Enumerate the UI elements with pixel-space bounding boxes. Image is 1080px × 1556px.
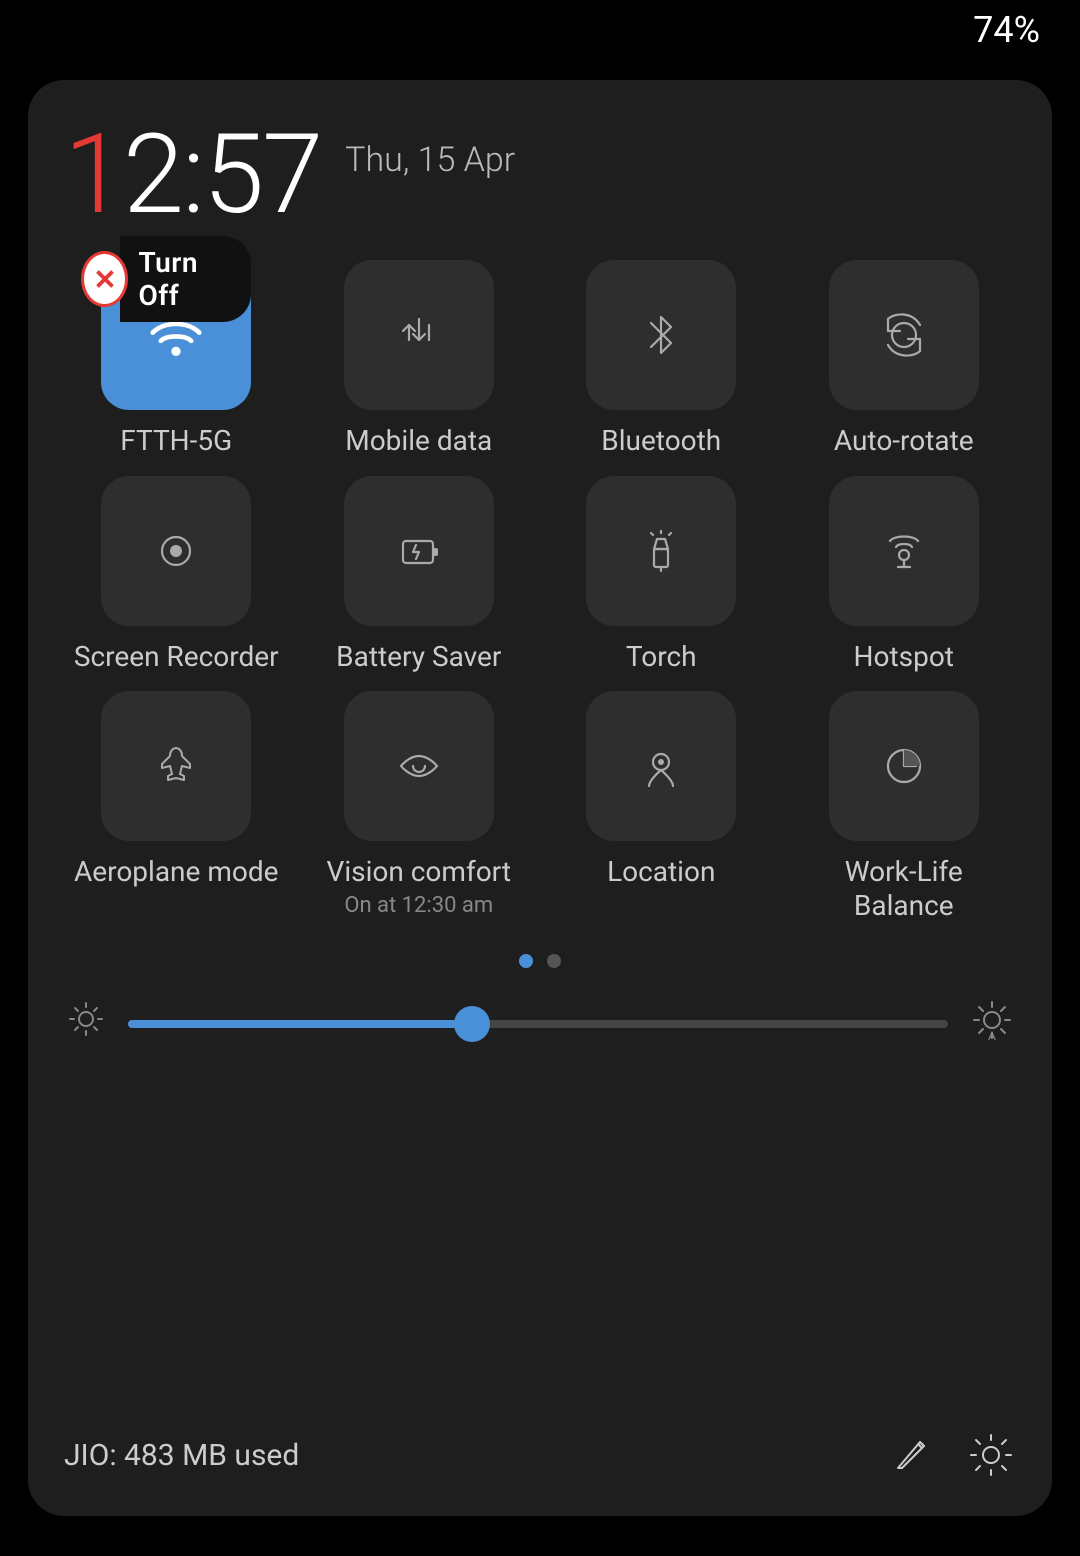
edit-button[interactable] — [888, 1430, 938, 1480]
tile-aeroplane-mode[interactable]: Aeroplane mode — [64, 691, 289, 922]
tile-screen-recorder[interactable]: Screen Recorder — [64, 476, 289, 674]
clock-date: Thu, 15 Apr — [345, 140, 515, 180]
brightness-thumb[interactable] — [454, 1006, 490, 1042]
clock-hour-rest: 2:57 — [123, 110, 321, 239]
turn-off-label: Turn Off — [120, 236, 251, 322]
location-label: Location — [607, 855, 715, 889]
bottom-row: JIO: 483 MB used — [64, 1422, 1016, 1480]
quick-settings-panel: 12:57 Thu, 15 Apr Turn Off — [28, 80, 1052, 1516]
work-life-balance-icon-wrap — [829, 691, 979, 841]
clock-hour-first-digit: 1 — [64, 110, 123, 239]
vision-comfort-sublabel: On at 12:30 am — [344, 893, 493, 918]
settings-button[interactable] — [966, 1430, 1016, 1480]
bottom-actions — [888, 1430, 1016, 1480]
torch-label: Torch — [626, 640, 697, 674]
mobile-data-icon-wrap — [344, 260, 494, 410]
screen-recorder-icon-wrap — [101, 476, 251, 626]
brightness-min-icon — [64, 997, 108, 1050]
brightness-slider-track[interactable] — [128, 1020, 948, 1028]
auto-rotate-icon-wrap — [829, 260, 979, 410]
tile-hotspot[interactable]: Hotspot — [792, 476, 1017, 674]
vision-comfort-label: Vision comfort — [327, 855, 512, 889]
brightness-auto-icon: A — [968, 996, 1016, 1051]
tile-battery-saver[interactable]: Battery Saver — [307, 476, 532, 674]
tile-mobile-data[interactable]: Mobile data — [307, 260, 532, 458]
tile-work-life-balance[interactable]: Work-Life Balance — [792, 691, 1017, 922]
aeroplane-icon-wrap — [101, 691, 251, 841]
wifi-tile-label: FTTH-5G — [120, 424, 232, 458]
data-usage-label: JIO: 483 MB used — [64, 1438, 299, 1473]
auto-rotate-label: Auto-rotate — [834, 424, 974, 458]
battery-saver-label: Battery Saver — [336, 640, 501, 674]
bluetooth-icon-wrap — [586, 260, 736, 410]
battery-saver-icon-wrap — [344, 476, 494, 626]
aeroplane-label: Aeroplane mode — [74, 855, 278, 889]
clock-time: 12:57 — [64, 120, 321, 230]
location-icon-wrap — [586, 691, 736, 841]
tile-location[interactable]: Location — [549, 691, 774, 922]
turn-off-tooltip: Turn Off — [81, 236, 251, 322]
quick-tiles-grid: Turn Off FTTH-5G — [64, 260, 1016, 922]
vision-comfort-icon-wrap — [344, 691, 494, 841]
bluetooth-label: Bluetooth — [601, 424, 721, 458]
mobile-data-label: Mobile data — [345, 424, 492, 458]
battery-indicator: 74% — [973, 9, 1040, 51]
dot-1 — [519, 954, 533, 968]
clock-row: 12:57 Thu, 15 Apr — [64, 120, 1016, 230]
svg-text:A: A — [988, 1029, 996, 1043]
tile-auto-rotate[interactable]: Auto-rotate — [792, 260, 1017, 458]
hotspot-label: Hotspot — [854, 640, 954, 674]
work-life-balance-label: Work-Life Balance — [792, 855, 1017, 922]
tile-wifi[interactable]: Turn Off FTTH-5G — [64, 260, 289, 458]
tile-torch[interactable]: Torch — [549, 476, 774, 674]
torch-icon-wrap — [586, 476, 736, 626]
tile-vision-comfort[interactable]: Vision comfort On at 12:30 am — [307, 691, 532, 922]
tile-bluetooth[interactable]: Bluetooth — [549, 260, 774, 458]
page-indicator — [64, 954, 1016, 968]
brightness-fill — [128, 1020, 472, 1028]
status-bar: 74% — [0, 0, 1080, 60]
hotspot-icon-wrap — [829, 476, 979, 626]
screen-recorder-label: Screen Recorder — [74, 640, 279, 674]
brightness-row: A — [64, 996, 1016, 1051]
dot-2 — [547, 954, 561, 968]
